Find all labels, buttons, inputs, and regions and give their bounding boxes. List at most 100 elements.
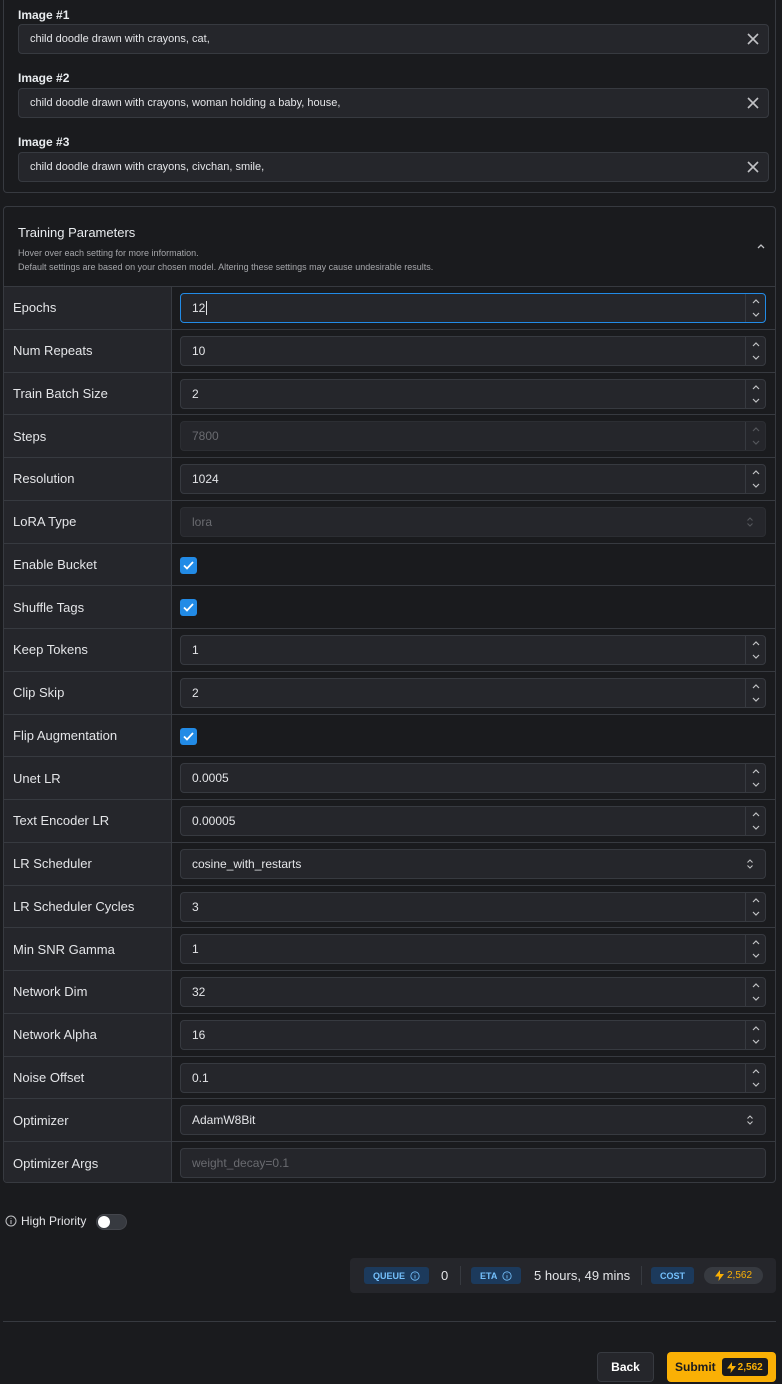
train-batch-size-input[interactable]: 2 <box>180 378 766 409</box>
param-label-optimizer: Optimizer <box>4 1099 172 1141</box>
chevron-down-icon[interactable] <box>746 436 765 450</box>
param-label-lr-scheduler: LR Scheduler <box>4 842 172 885</box>
chevron-up-icon[interactable] <box>746 893 765 907</box>
number-stepper[interactable] <box>745 764 765 793</box>
chevron-down-icon[interactable] <box>746 778 765 792</box>
number-stepper[interactable] <box>745 636 765 664</box>
chevron-down-icon[interactable] <box>746 992 765 1006</box>
info-icon[interactable] <box>410 1270 420 1281</box>
chevron-down-icon[interactable] <box>746 308 765 322</box>
info-icon[interactable] <box>5 1215 17 1227</box>
number-stepper[interactable] <box>745 294 765 322</box>
shuffle-tags-checkbox[interactable] <box>180 599 197 617</box>
resolution-input[interactable]: 1024 <box>180 464 766 494</box>
num-repeats-input[interactable]: 10 <box>180 335 766 366</box>
chevron-down-icon[interactable] <box>746 1035 765 1049</box>
optimizer-select[interactable]: AdamW8Bit <box>180 1105 766 1136</box>
chevron-up-icon[interactable] <box>746 1021 765 1035</box>
param-row-lora-type: LoRA Type lora <box>4 500 775 544</box>
chevron-up-icon[interactable] <box>746 935 765 949</box>
keep-tokens-input[interactable]: 1 <box>180 635 766 665</box>
chevron-up-icon[interactable] <box>755 240 767 252</box>
back-button[interactable]: Back <box>597 1352 654 1382</box>
text-encoder-lr-input[interactable]: 0.00005 <box>180 806 766 836</box>
chevron-down-icon[interactable] <box>746 949 765 963</box>
flip-augmentation-checkbox[interactable] <box>180 727 197 745</box>
chevron-down-icon[interactable] <box>746 479 765 493</box>
number-stepper[interactable] <box>745 1020 765 1049</box>
image-2-label: Image #2 <box>18 71 70 85</box>
chevron-down-icon[interactable] <box>746 1078 765 1092</box>
high-priority-toggle[interactable] <box>96 1214 127 1230</box>
param-row-clip-skip: Clip Skip 2 <box>4 671 775 715</box>
chevron-up-icon[interactable] <box>746 807 765 821</box>
parameter-table: Epochs 12 Num Repeats 10 Train Batch Size 2 St… <box>4 286 775 1182</box>
chevron-up-icon[interactable] <box>746 764 765 778</box>
network-alpha-input[interactable]: 16 <box>180 1019 766 1050</box>
number-stepper[interactable] <box>745 892 765 921</box>
image-1-prompt-input[interactable]: child doodle drawn with crayons, cat, <box>18 24 769 54</box>
clip-skip-input[interactable]: 2 <box>180 677 766 708</box>
network-dim-input[interactable]: 32 <box>180 977 766 1007</box>
epochs-input[interactable]: 12 <box>180 293 766 323</box>
optimizer-args-input[interactable]: weight_decay=0.1 <box>180 1148 766 1178</box>
param-row-flip-augmentation: Flip Augmentation <box>4 714 775 758</box>
chevron-up-icon[interactable] <box>746 337 765 351</box>
param-row-keep-tokens: Keep Tokens 1 <box>4 629 775 672</box>
lr-scheduler-cycles-input[interactable]: 3 <box>180 891 766 922</box>
chevron-up-icon[interactable] <box>746 380 765 394</box>
image-3-prompt-input[interactable]: child doodle drawn with crayons, civchan… <box>18 152 769 182</box>
param-row-num-repeats: Num Repeats 10 <box>4 329 775 373</box>
number-stepper[interactable] <box>745 1063 765 1092</box>
chevron-up-icon[interactable] <box>746 294 765 308</box>
submit-button[interactable]: Submit 2,562 <box>667 1352 776 1382</box>
chevron-up-icon[interactable] <box>746 636 765 650</box>
number-stepper[interactable] <box>745 336 765 365</box>
image-2-prompt-input[interactable]: child doodle drawn with crayons, woman h… <box>18 88 769 118</box>
info-icon[interactable] <box>502 1270 512 1281</box>
number-stepper[interactable] <box>745 935 765 964</box>
divider <box>3 1321 776 1322</box>
lr-scheduler-select[interactable]: cosine_with_restarts <box>180 848 766 879</box>
chevron-down-icon[interactable] <box>746 693 765 707</box>
chevron-down-icon[interactable] <box>746 821 765 835</box>
number-stepper[interactable] <box>745 978 765 1006</box>
submit-cost-value: 2,562 <box>737 1361 763 1373</box>
min-snr-gamma-input[interactable]: 1 <box>180 934 766 965</box>
param-label-clip-skip: Clip Skip <box>4 671 172 714</box>
noise-offset-input[interactable]: 0.1 <box>180 1062 766 1093</box>
param-label-noise-offset: Noise Offset <box>4 1056 172 1099</box>
unet-lr-input[interactable]: 0.0005 <box>180 763 766 794</box>
train-batch-size-value: 2 <box>192 386 199 401</box>
selector-icon <box>747 516 753 527</box>
number-stepper[interactable] <box>745 807 765 835</box>
queue-value: 0 <box>441 1268 449 1283</box>
chevron-up-icon[interactable] <box>746 1064 765 1078</box>
close-icon[interactable] <box>745 159 761 175</box>
check-icon <box>183 560 194 570</box>
high-priority-text: High Priority <box>21 1214 87 1228</box>
number-stepper[interactable] <box>745 465 765 493</box>
number-stepper[interactable] <box>745 422 765 451</box>
eta-label: ETA <box>480 1270 498 1281</box>
param-row-lr-scheduler-cycles: LR Scheduler Cycles 3 <box>4 885 775 929</box>
close-icon[interactable] <box>745 95 761 111</box>
min-snr-gamma-value: 1 <box>192 942 199 957</box>
chevron-up-icon[interactable] <box>746 422 765 436</box>
training-parameters-title[interactable]: Training Parameters <box>18 225 135 240</box>
enable-bucket-checkbox[interactable] <box>180 556 197 574</box>
chevron-down-icon[interactable] <box>746 650 765 664</box>
number-stepper[interactable] <box>745 379 765 408</box>
chevron-down-icon[interactable] <box>746 394 765 408</box>
chevron-up-icon[interactable] <box>746 465 765 479</box>
chevron-down-icon[interactable] <box>746 907 765 921</box>
chevron-up-icon[interactable] <box>746 978 765 992</box>
chevron-down-icon[interactable] <box>746 351 765 365</box>
close-icon[interactable] <box>745 31 761 47</box>
bolt-icon <box>726 1361 736 1373</box>
param-label-enable-bucket: Enable Bucket <box>4 543 172 586</box>
lr-scheduler-value: cosine_with_restarts <box>192 856 302 871</box>
chevron-up-icon[interactable] <box>746 679 765 693</box>
number-stepper[interactable] <box>745 678 765 707</box>
unet-lr-value: 0.0005 <box>192 771 229 786</box>
